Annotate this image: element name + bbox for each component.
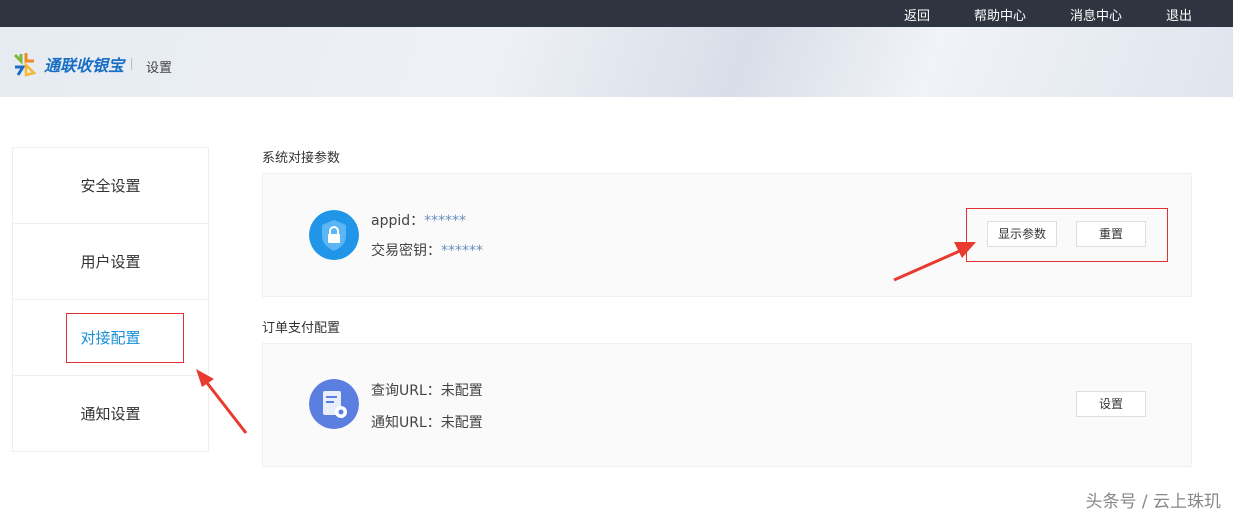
logout-link[interactable]: 退出 bbox=[1166, 5, 1192, 24]
watermark: 头条号 / 云上珠玑 bbox=[1085, 492, 1221, 512]
page-title: 设置 bbox=[146, 61, 173, 76]
sidebar: 安全设置 用户设置 对接配置 通知设置 bbox=[12, 147, 209, 452]
section-title: 订单支付配置 bbox=[262, 321, 341, 336]
header-banner: 通联收银宝 设置 bbox=[0, 27, 1233, 97]
section-title: 系统对接参数 bbox=[262, 151, 341, 166]
logo-icon bbox=[13, 53, 37, 77]
key-label: 交易密钥： bbox=[371, 243, 441, 259]
sidebar-item-notifications[interactable]: 通知设置 bbox=[13, 376, 208, 452]
order-payment-panel: 查询URL：未配置 通知URL：未配置 设置 bbox=[262, 343, 1192, 467]
query-url-label: 查询URL： bbox=[371, 383, 441, 399]
sidebar-item-security[interactable]: 安全设置 bbox=[13, 148, 208, 224]
shield-lock-icon bbox=[309, 210, 359, 260]
annotation-arrow bbox=[196, 369, 248, 434]
divider bbox=[131, 58, 132, 70]
help-center-link[interactable]: 帮助中心 bbox=[974, 5, 1026, 24]
back-link[interactable]: 返回 bbox=[904, 5, 930, 24]
logo[interactable]: 通联收银宝 bbox=[12, 49, 124, 79]
highlight-box bbox=[966, 208, 1168, 262]
set-button[interactable]: 设置 bbox=[1076, 391, 1146, 417]
query-url-value: 未配置 bbox=[440, 383, 483, 399]
sidebar-item-users[interactable]: 用户设置 bbox=[13, 224, 208, 300]
notify-url-value: 未配置 bbox=[440, 415, 483, 431]
notify-url-label: 通知URL： bbox=[371, 415, 441, 431]
annotation-arrow bbox=[893, 242, 976, 282]
appid-label: appid： bbox=[371, 213, 425, 229]
message-center-link[interactable]: 消息中心 bbox=[1070, 5, 1122, 24]
top-bar: 返回 帮助中心 消息中心 退出 bbox=[0, 0, 1233, 27]
appid-value: ****** bbox=[424, 213, 467, 229]
highlight-box bbox=[66, 313, 184, 363]
key-value: ****** bbox=[441, 243, 483, 259]
document-settings-icon bbox=[309, 379, 359, 429]
